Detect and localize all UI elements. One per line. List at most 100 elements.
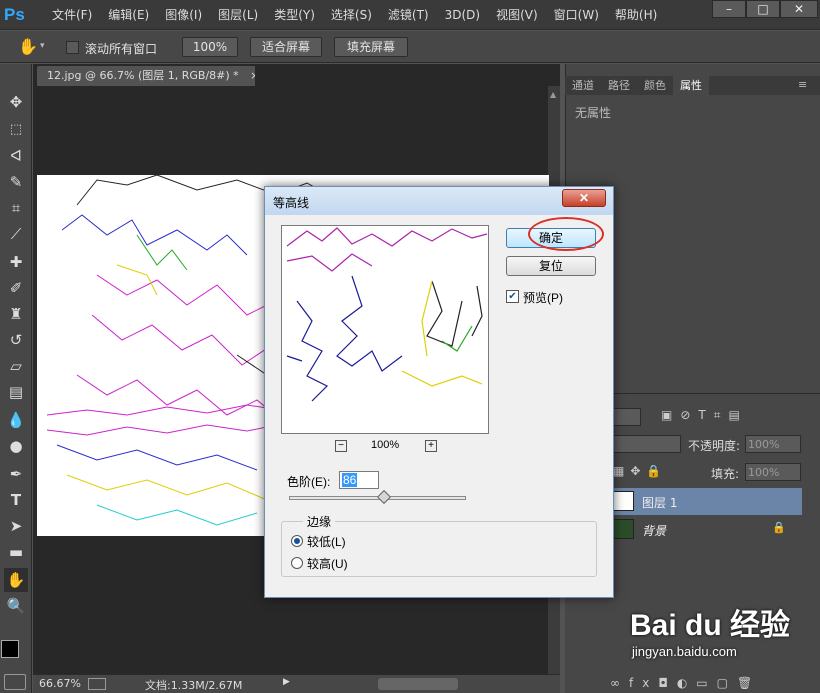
menu-3d[interactable]: 3D(D) xyxy=(437,0,488,30)
contour-dialog: 等高线 ✕ − 100% + 确定 复位 ✔ 预览(P) 色阶(E): 86 边… xyxy=(264,186,614,598)
level-label: 色阶(E): xyxy=(287,475,331,489)
history-brush-tool-icon[interactable]: ↺ xyxy=(4,328,28,352)
menu-file[interactable]: 文件(F) xyxy=(44,0,100,30)
preview-zoom-level: 100% xyxy=(371,439,400,451)
no-properties-text: 无属性 xyxy=(575,106,612,120)
panel-menu-icon[interactable]: ≡ xyxy=(798,78,807,91)
tab-paths[interactable]: 路径 xyxy=(601,76,637,95)
layer-filter-select[interactable] xyxy=(613,408,641,426)
lock-icon: 🔒 xyxy=(772,521,786,534)
tab-color[interactable]: 颜色 xyxy=(637,76,673,95)
zoom-out-button[interactable]: − xyxy=(335,440,347,452)
level-input[interactable]: 86 xyxy=(339,471,379,489)
quick-mask-icon[interactable] xyxy=(4,674,26,690)
status-bar: 66.67% 文档:1.33M/2.67M ▶ xyxy=(33,674,560,693)
preview-image xyxy=(286,227,488,402)
dialog-title: 等高线 xyxy=(273,196,310,210)
scroll-all-label: 滚动所有窗口 xyxy=(85,42,158,56)
horizontal-scrollbar-thumb[interactable] xyxy=(378,678,458,690)
zoom-tool-icon[interactable]: 🔍 xyxy=(4,594,28,618)
gradient-tool-icon[interactable]: ▤ xyxy=(4,380,28,404)
tab-properties[interactable]: 属性 xyxy=(673,76,709,95)
scroll-up-icon[interactable]: ▲ xyxy=(550,90,556,99)
edge-higher-radio[interactable] xyxy=(291,557,303,569)
layer-thumbnail xyxy=(612,519,634,539)
menu-layer[interactable]: 图层(L) xyxy=(210,0,266,30)
watermark-brand: Bai du 经验 xyxy=(630,609,791,642)
blur-tool-icon[interactable]: 💧 xyxy=(4,408,28,432)
menu-filter[interactable]: 滤镜(T) xyxy=(380,0,437,30)
menu-select[interactable]: 选择(S) xyxy=(323,0,380,30)
status-info-icon[interactable] xyxy=(88,678,106,690)
lock-options-icons[interactable]: ▦✥🔒 xyxy=(613,464,667,478)
document-tab[interactable]: 12.jpg @ 66.7% (图层 1, RGB/8#) * × xyxy=(37,66,255,86)
layer-name: 背景 xyxy=(642,524,667,538)
edge-lower-label: 较低(L) xyxy=(307,535,346,549)
menu-view[interactable]: 视图(V) xyxy=(488,0,546,30)
zoom-100-button[interactable]: 100% xyxy=(182,37,238,57)
fill-input[interactable]: 100% xyxy=(745,463,801,481)
type-tool-icon[interactable]: T xyxy=(4,488,28,512)
eyedropper-tool-icon[interactable]: ⟋ xyxy=(4,222,28,246)
ok-annotation-circle xyxy=(528,217,604,251)
tab-channels[interactable]: 通道 xyxy=(565,76,601,95)
hand-tool-icon[interactable]: ✋ xyxy=(18,37,38,56)
path-select-tool-icon[interactable]: ➤ xyxy=(4,514,28,538)
opacity-label: 不透明度: xyxy=(688,439,741,453)
preview-checkbox[interactable]: ✔ xyxy=(506,290,519,303)
dialog-titlebar[interactable]: 等高线 ✕ xyxy=(265,187,613,215)
document-tab-title: 12.jpg @ 66.7% (图层 1, RGB/8#) * xyxy=(47,69,239,82)
layer-row[interactable]: 图层 1 xyxy=(608,488,802,515)
layer-name: 图层 1 xyxy=(642,496,678,510)
quick-select-tool-icon[interactable]: ✎ xyxy=(4,170,28,194)
brush-tool-icon[interactable]: ✐ xyxy=(4,276,28,300)
layer-filter-icons[interactable]: ▣⊘T⌗▤ xyxy=(661,408,748,423)
dialog-close-button[interactable]: ✕ xyxy=(562,189,606,207)
preview-pane[interactable] xyxy=(281,225,489,434)
shape-tool-icon[interactable]: ▬ xyxy=(4,540,28,564)
menu-help[interactable]: 帮助(H) xyxy=(607,0,665,30)
fill-screen-button[interactable]: 填充屏幕 xyxy=(334,37,408,57)
status-menu-arrow-icon[interactable]: ▶ xyxy=(283,677,290,687)
marquee-tool-icon[interactable]: ⬚ xyxy=(4,118,28,142)
edge-higher-label: 较高(U) xyxy=(307,557,348,571)
watermark-url: jingyan.baidu.com xyxy=(632,644,737,659)
menu-window[interactable]: 窗口(W) xyxy=(546,0,607,30)
opacity-input[interactable]: 100% xyxy=(745,435,801,453)
zoom-level[interactable]: 66.67% xyxy=(39,677,81,690)
main-menu: 文件(F) 编辑(E) 图像(I) 图层(L) 类型(Y) 选择(S) 滤镜(T… xyxy=(44,0,665,30)
lasso-tool-icon[interactable]: ᐊ xyxy=(4,144,28,168)
crop-tool-icon[interactable]: ⌗ xyxy=(4,196,28,220)
move-tool-icon[interactable]: ✥ xyxy=(4,90,28,114)
menu-bar: Ps 文件(F) 编辑(E) 图像(I) 图层(L) 类型(Y) 选择(S) 滤… xyxy=(0,0,820,30)
level-slider-thumb[interactable] xyxy=(376,489,392,505)
photoshop-logo: Ps xyxy=(4,5,25,24)
level-value: 86 xyxy=(342,473,358,487)
menu-type[interactable]: 类型(Y) xyxy=(266,0,323,30)
document-tab-close-icon[interactable]: × xyxy=(250,69,255,82)
foreground-color-swatch[interactable] xyxy=(1,640,19,658)
clone-stamp-tool-icon[interactable]: ♜ xyxy=(4,302,28,326)
tool-preset-chevron-icon[interactable]: ▾ xyxy=(40,41,45,51)
menu-edit[interactable]: 编辑(E) xyxy=(100,0,157,30)
preview-label: 预览(P) xyxy=(523,291,563,305)
blend-mode-select[interactable] xyxy=(613,435,681,453)
hand-tool-button-icon[interactable]: ✋ xyxy=(4,568,28,592)
fit-screen-button[interactable]: 适合屏幕 xyxy=(250,37,322,57)
edge-legend: 边缘 xyxy=(303,513,336,530)
edge-lower-radio[interactable] xyxy=(291,535,303,547)
eraser-tool-icon[interactable]: ▱ xyxy=(4,354,28,378)
reset-button[interactable]: 复位 xyxy=(506,256,596,276)
dodge-tool-icon[interactable]: ● xyxy=(4,434,28,458)
pen-tool-icon[interactable]: ✒ xyxy=(4,462,28,486)
maximize-button[interactable]: □ xyxy=(746,0,780,18)
zoom-in-button[interactable]: + xyxy=(425,440,437,452)
options-bar: ✋ ▾ 滚动所有窗口 100% 适合屏幕 填充屏幕 xyxy=(0,31,820,63)
menu-image[interactable]: 图像(I) xyxy=(157,0,210,30)
minimize-button[interactable]: – xyxy=(712,0,746,18)
close-window-button[interactable]: ✕ xyxy=(780,0,818,18)
layers-footer-icons[interactable]: ∞fx◘◐▭▢🗑 xyxy=(610,676,761,690)
layer-row[interactable]: 背景 🔒 xyxy=(608,516,802,543)
scroll-all-checkbox[interactable] xyxy=(66,41,79,54)
healing-brush-tool-icon[interactable]: ✚ xyxy=(4,250,28,274)
